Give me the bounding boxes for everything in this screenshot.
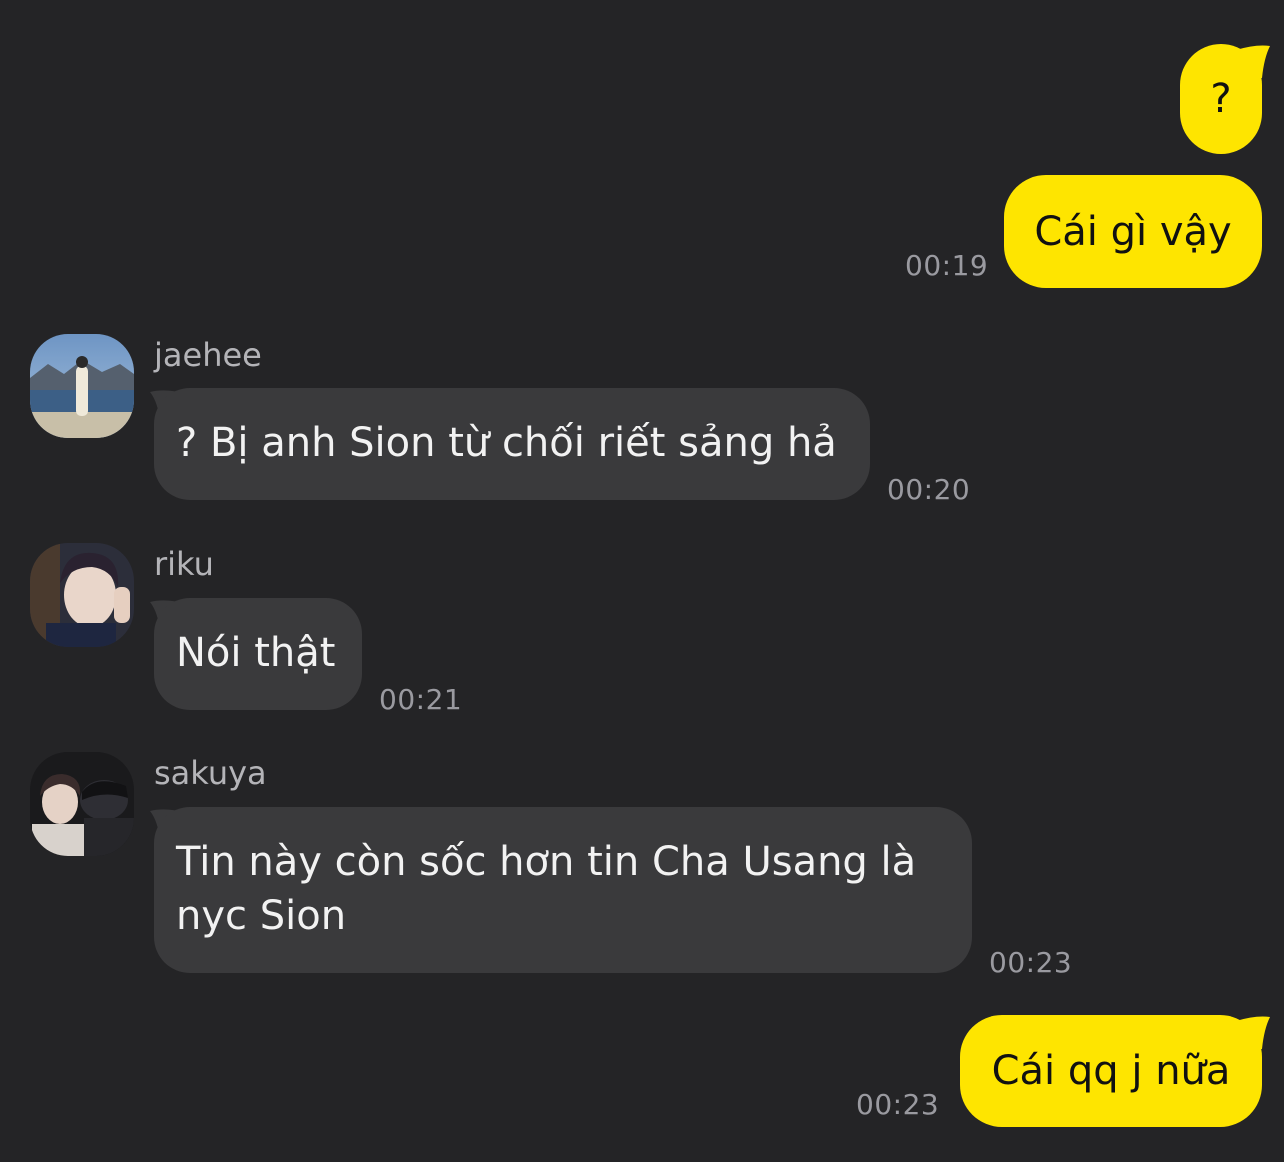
outgoing-bubble-tail <box>1236 1016 1270 1049</box>
message-text: Cái qq j nữa <box>991 1048 1231 1094</box>
incoming-message-bubble[interactable]: Nói thật <box>154 598 362 710</box>
sender-name: sakuya <box>154 754 267 792</box>
outgoing-message-bubble[interactable]: Cái qq j nữa <box>960 1015 1262 1127</box>
incoming-message-bubble[interactable]: ? Bị anh Sion từ chối riết sảng hả <box>154 388 870 500</box>
message-text-line: nyc Sion <box>176 893 347 939</box>
avatar-jaehee[interactable] <box>30 334 134 438</box>
avatar-sakuya[interactable] <box>30 752 134 856</box>
message-text: Nói thật <box>176 630 336 676</box>
message-text: ? Bị anh Sion từ chối riết sảng hả <box>176 420 837 466</box>
message-timestamp: 00:23 <box>989 946 1073 979</box>
message-timestamp: 00:21 <box>379 683 463 716</box>
message-text-line: Tin này còn sốc hơn tin Cha Usang là <box>176 839 917 885</box>
message-timestamp: 00:19 <box>905 249 989 282</box>
sender-name: jaehee <box>154 336 262 374</box>
outgoing-message-bubble[interactable]: Cái gì vậy <box>1004 175 1262 288</box>
message-text: Cái gì vậy <box>1034 208 1232 255</box>
avatar-riku[interactable] <box>30 543 134 647</box>
message-text: ? <box>1210 76 1232 122</box>
avatar-photo-dark-icon <box>30 752 134 856</box>
sender-name: riku <box>154 545 214 583</box>
chat-thread[interactable]: ? Cái gì vậy 00:19 jaehee ? Bị anh Sion … <box>0 0 1284 1162</box>
avatar-photo-lake-icon <box>30 334 134 438</box>
incoming-message-bubble[interactable]: Tin này còn sốc hơn tin Cha Usang là nyc… <box>154 807 972 973</box>
outgoing-bubble-tail <box>1236 45 1270 78</box>
message-timestamp: 00:23 <box>856 1088 940 1121</box>
message-timestamp: 00:20 <box>887 473 971 506</box>
avatar-photo-selfie-icon <box>30 543 134 647</box>
